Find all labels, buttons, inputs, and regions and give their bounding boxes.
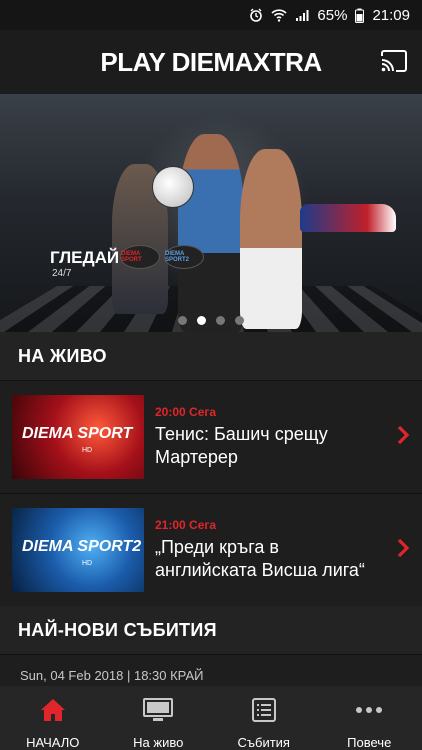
boxer-figure xyxy=(240,149,302,329)
alarm-icon xyxy=(249,8,263,22)
live-item-1[interactable]: DIEMA SPORT HD 20:00 Сега Тенис: Башич с… xyxy=(0,381,422,493)
list-icon xyxy=(251,698,276,725)
channel-badge-2: DIEMA SPORT2 xyxy=(164,245,204,269)
app-logo: PLAY DIEMAXTRA xyxy=(100,46,322,77)
status-bar: 65% 21:09 xyxy=(0,0,422,30)
watch-sublabel: 24/7 xyxy=(52,268,72,279)
battery-level: 65% xyxy=(317,6,348,24)
live-time: 20:00 Сега xyxy=(155,405,217,419)
hero-banner[interactable]: ГЛЕДАЙ 24/7 DIEMA SPORT DIEMA SPORT2 xyxy=(0,94,422,332)
live-item-2[interactable]: DIEMA SPORT2 HD 21:00 Сега „Преди кръга … xyxy=(0,494,422,606)
carousel-dot[interactable] xyxy=(216,316,225,325)
chevron-right-icon[interactable] xyxy=(396,425,410,450)
bottom-nav: НАЧАЛО На живо Събития Повече xyxy=(0,686,422,750)
carousel-indicator[interactable] xyxy=(0,316,422,325)
nav-more-label: Повече xyxy=(347,735,392,750)
carousel-dot[interactable] xyxy=(178,316,187,325)
live-time: 21:00 Сега xyxy=(155,518,217,532)
race-car xyxy=(300,204,396,232)
nav-home-label: НАЧАЛО xyxy=(26,735,80,750)
carousel-dot-active[interactable] xyxy=(197,316,206,325)
live-title: „Преди кръга в английската Висша лига“ xyxy=(155,537,365,580)
channel-thumbnail-2: DIEMA SPORT2 HD xyxy=(12,508,144,592)
channel-thumbnail-1: DIEMA SPORT HD xyxy=(12,395,144,479)
thumbnail-brand: DIEMA SPORT xyxy=(22,425,133,442)
goalkeeper-figure xyxy=(178,134,244,332)
nav-live[interactable]: На живо xyxy=(106,686,212,750)
watch-label: ГЛЕДАЙ xyxy=(50,248,120,267)
channel-badge-1: DIEMA SPORT xyxy=(120,245,160,269)
divider xyxy=(0,654,422,655)
signal-icon xyxy=(295,9,309,22)
event-meta[interactable]: Sun, 04 Feb 2018 | 18:30 КРАЙ xyxy=(20,668,204,683)
events-section-title: НАЙ-НОВИ СЪБИТИЯ xyxy=(0,606,422,654)
cast-icon[interactable] xyxy=(380,50,408,77)
wifi-icon xyxy=(271,8,287,22)
more-dots-icon xyxy=(355,698,383,725)
nav-events-label: Събития xyxy=(237,735,290,750)
tv-icon xyxy=(143,698,174,725)
nav-home[interactable]: НАЧАЛО xyxy=(0,686,106,750)
football-icon xyxy=(152,166,194,208)
app-bar: PLAY DIEMAXTRA xyxy=(0,30,422,94)
nav-live-label: На живо xyxy=(133,735,184,750)
thumbnail-hd: HD xyxy=(82,560,93,567)
live-section-title: НА ЖИВО xyxy=(0,332,422,380)
home-icon xyxy=(40,698,66,725)
thumbnail-hd: HD xyxy=(82,447,93,454)
chevron-right-icon[interactable] xyxy=(396,538,410,563)
battery-icon xyxy=(355,8,365,23)
carousel-dot[interactable] xyxy=(235,316,244,325)
nav-more[interactable]: Повече xyxy=(317,686,422,750)
thumbnail-brand: DIEMA SPORT2 xyxy=(22,538,142,555)
status-time: 21:09 xyxy=(372,6,410,24)
nav-events[interactable]: Събития xyxy=(211,686,317,750)
live-title: Тенис: Башич срещу Мартерер xyxy=(155,424,328,467)
